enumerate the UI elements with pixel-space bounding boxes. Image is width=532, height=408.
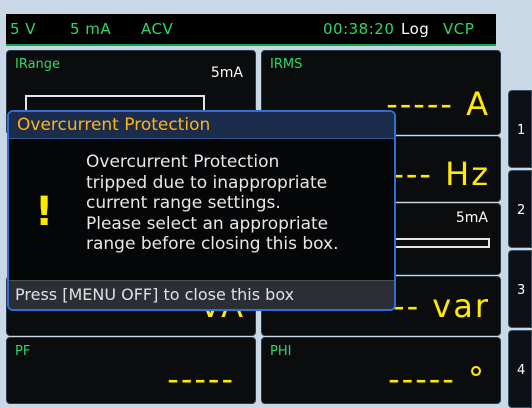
dialog-line: current range settings. xyxy=(86,193,281,213)
dialog-title: Overcurrent Protection xyxy=(17,115,211,135)
dialog-line: Overcurrent Protection xyxy=(86,152,280,172)
dialog-line: Please select an appropriate xyxy=(86,213,329,234)
status-voltage: 5 V xyxy=(10,20,37,38)
softkey-3-label: 3 xyxy=(517,283,526,298)
tile-current-range-value: 5mA xyxy=(455,210,488,226)
current-bargraph xyxy=(392,238,490,248)
dialog-line: tripped due to inappropriate xyxy=(86,172,328,193)
status-bar: 5 V 5 mA ACV 00:38:20 Log VCP xyxy=(6,14,496,46)
softkey-3[interactable]: 3 xyxy=(508,250,532,328)
tile-irange-value: 5mA xyxy=(210,65,243,81)
tile-pf-label: PF xyxy=(15,344,31,359)
status-mode: ACV xyxy=(141,20,174,38)
softkey-4[interactable]: 4 xyxy=(508,330,532,408)
warning-icon: ! xyxy=(35,189,54,235)
instrument-screen: 5 V 5 mA ACV 00:38:20 Log VCP IRange 5mA… xyxy=(0,0,532,408)
overcurrent-dialog: Overcurrent Protection ! Overcurrent Pro… xyxy=(7,110,396,311)
tile-irange-label: IRange xyxy=(15,57,61,72)
dialog-footer-text: Press [MENU OFF] to close this box xyxy=(15,285,295,304)
tile-frequency-value: --- Hz xyxy=(392,155,490,193)
status-vcp: VCP xyxy=(443,20,475,38)
softkey-2[interactable]: 2 xyxy=(508,170,532,248)
dialog-message: Overcurrent Protection tripped due to in… xyxy=(86,152,394,255)
tile-phi: PHI ----- ° xyxy=(261,337,501,404)
dialog-title-bar: Overcurrent Protection xyxy=(9,112,394,139)
status-time: 00:38:20 xyxy=(323,20,395,38)
dialog-footer: Press [MENU OFF] to close this box xyxy=(9,280,394,309)
status-current: 5 mA xyxy=(70,20,112,38)
softkey-1-label: 1 xyxy=(517,123,526,138)
tile-pf: PF ----- xyxy=(6,337,256,404)
tile-pf-value: ----- xyxy=(167,360,235,398)
tile-phi-value: ----- ° xyxy=(388,360,486,398)
status-log: Log xyxy=(401,20,430,38)
softkey-1[interactable]: 1 xyxy=(508,90,532,168)
tile-irms-value: ----- A xyxy=(386,85,490,123)
softkey-2-label: 2 xyxy=(517,203,526,218)
tile-reactive-power-value: -- var xyxy=(393,287,490,325)
tile-irms-label: IRMS xyxy=(270,57,303,72)
dialog-line: range before closing this box. xyxy=(86,234,339,254)
range-bar xyxy=(25,95,205,111)
tile-phi-label: PHI xyxy=(270,344,292,359)
softkey-4-label: 4 xyxy=(517,363,526,378)
